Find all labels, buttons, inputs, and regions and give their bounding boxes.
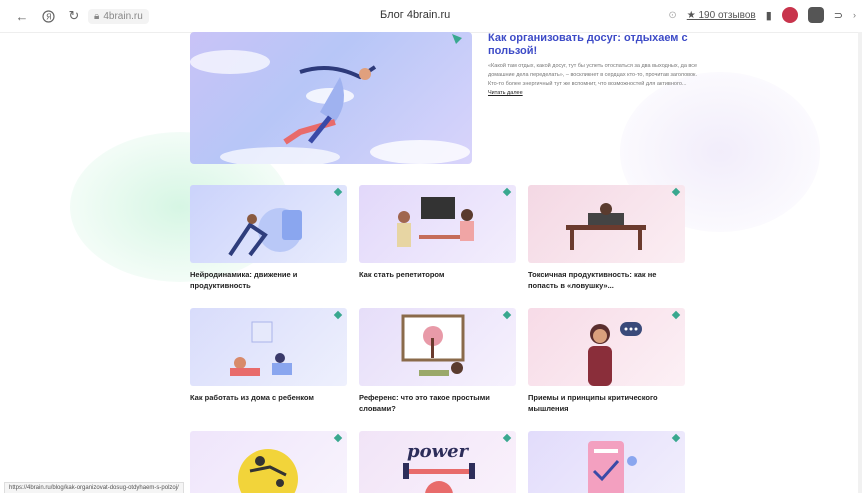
article-card[interactable]: Нейродинамика: движение и продуктивность: [190, 185, 347, 291]
card-image[interactable]: [190, 308, 347, 386]
svg-text:Я: Я: [46, 12, 52, 21]
url-text: 4brain.ru: [103, 10, 143, 22]
power-word: power: [407, 441, 470, 462]
hero-image[interactable]: [190, 32, 472, 164]
card-image[interactable]: [359, 308, 516, 386]
card-image[interactable]: [528, 185, 685, 263]
menu-icon[interactable]: ›: [853, 10, 856, 20]
article-card[interactable]: power: [359, 431, 516, 493]
back-arrow-icon[interactable]: ←: [14, 8, 30, 24]
card-title[interactable]: Как работать из дома с ребенком: [190, 392, 347, 403]
extension-icon-3[interactable]: ⊃: [834, 9, 843, 22]
hero-description: «Какой там отдых, какой досуг, тут бы ус…: [488, 62, 698, 98]
card-title[interactable]: Токсичная продуктивность: как не попасть…: [528, 269, 685, 291]
hero-text: Как организовать досуг: отдыхаем с польз…: [488, 32, 698, 98]
card-image[interactable]: [359, 185, 516, 263]
bookmark-icon[interactable]: ▮: [766, 9, 772, 22]
article-card[interactable]: [528, 431, 685, 493]
read-more-link[interactable]: Читать далее: [488, 90, 523, 96]
card-image[interactable]: [528, 308, 685, 386]
page-content: Как организовать досуг: отдыхаем с польз…: [0, 32, 862, 493]
hero-title[interactable]: Как организовать досуг: отдыхаем с польз…: [488, 32, 698, 58]
extension-icon-2[interactable]: [807, 7, 824, 23]
lock-icon: 🔒︎: [94, 10, 100, 22]
card-title[interactable]: Приемы и принципы критического мышления: [528, 392, 685, 414]
extension-icon-1[interactable]: [781, 7, 798, 23]
browser-toolbar: ← Я ↻ 🔒︎ 4brain.ru Блог 4brain.ru ⊙ ★ 19…: [0, 0, 862, 33]
article-card[interactable]: Как стать репетитором: [359, 185, 516, 280]
card-title[interactable]: Нейродинамика: движение и продуктивность: [190, 269, 347, 291]
card-image[interactable]: power: [359, 431, 516, 493]
card-image[interactable]: [528, 431, 685, 493]
address-bar[interactable]: 🔒︎ 4brain.ru: [88, 8, 149, 24]
yandex-icon[interactable]: Я: [40, 8, 56, 24]
card-title[interactable]: Референс: что это такое простыми словами…: [359, 392, 516, 414]
article-card[interactable]: Приемы и принципы критического мышления: [528, 308, 685, 414]
status-bar-url: https://4brain.ru/blog/kak-organizovat-d…: [4, 482, 184, 493]
article-card[interactable]: [190, 431, 347, 493]
card-title[interactable]: Как стать репетитором: [359, 269, 516, 280]
hero-description-text: «Какой там отдых, какой досуг, тут бы ус…: [488, 63, 698, 87]
reviews-icon[interactable]: ⊙: [668, 10, 676, 21]
card-image[interactable]: [190, 185, 347, 263]
reviews-link[interactable]: ★ 190 отзывов: [687, 10, 756, 21]
card-image[interactable]: [190, 431, 347, 493]
article-card[interactable]: Токсичная продуктивность: как не попасть…: [528, 185, 685, 291]
reload-icon[interactable]: ↻: [66, 8, 82, 24]
article-card[interactable]: Как работать из дома с ребенком: [190, 308, 347, 403]
article-card[interactable]: Референс: что это такое простыми словами…: [359, 308, 516, 414]
page-title: Блог 4brain.ru: [380, 9, 451, 21]
scrollbar[interactable]: [858, 32, 862, 493]
